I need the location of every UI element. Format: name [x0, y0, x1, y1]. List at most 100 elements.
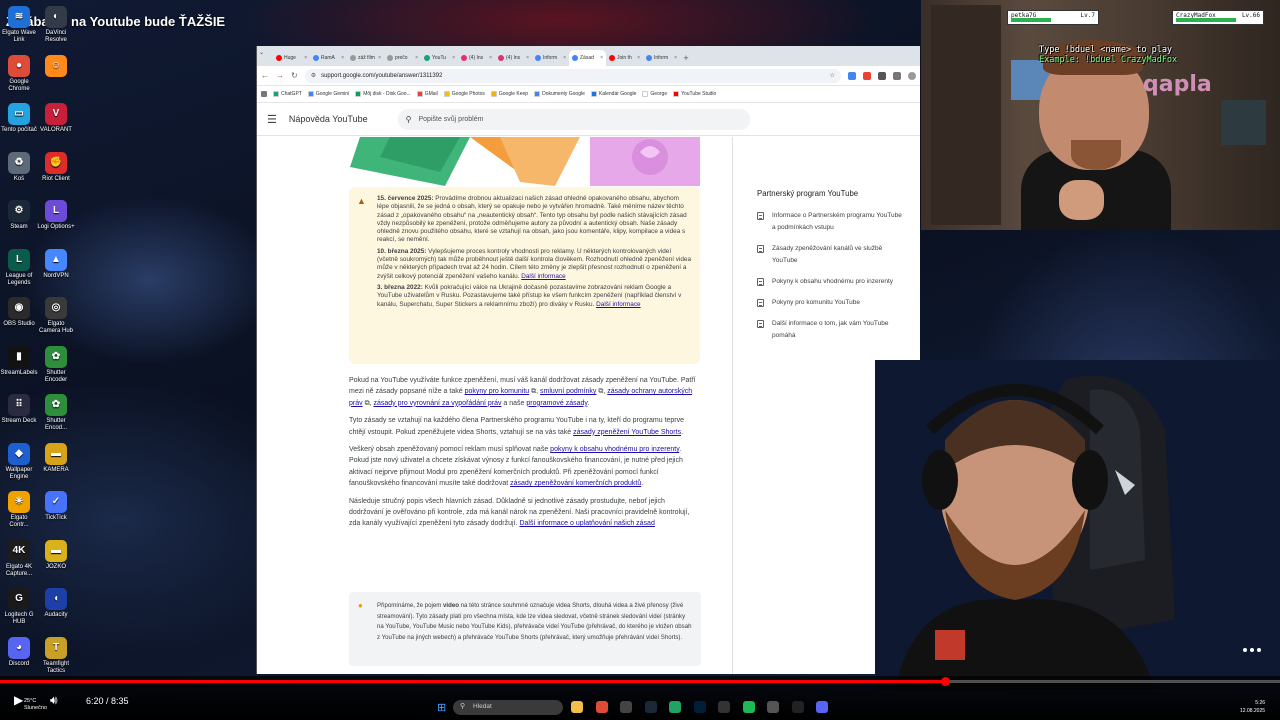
app-icon[interactable] — [767, 701, 779, 713]
learn-more-link[interactable]: Další informace — [596, 301, 640, 308]
desktop-icon[interactable]: ▮ StreamLabels — [0, 345, 38, 377]
browser-tab[interactable]: RamA × — [310, 50, 347, 66]
close-tab-icon[interactable]: × — [415, 55, 418, 61]
enforcement-info-link[interactable]: Další informace o uplatňování našich zás… — [519, 520, 654, 527]
rights-settlement-link[interactable]: zásady pro vyrovnání za vypořádání práv — [373, 400, 501, 407]
bookmark-item[interactable]: YouTube Studio — [673, 91, 716, 97]
advertiser-guidelines-link[interactable]: pokyny k obsahu vhodnému pro inzerenty — [550, 446, 679, 453]
files-icon[interactable] — [571, 701, 583, 713]
browser-tab[interactable]: YouTu × — [421, 50, 458, 66]
menu-icon[interactable]: ☰ — [267, 113, 277, 126]
taskbar-clock[interactable]: 5:26 12.08.2025 — [1240, 699, 1265, 715]
close-tab-icon[interactable]: × — [637, 55, 640, 61]
desktop-icon[interactable]: ▬ KAMERA — [37, 442, 75, 474]
weather-widget[interactable]: 25°C Slunečno — [24, 698, 47, 712]
desktop-icon[interactable]: ☀ Elgato Contr... — [0, 491, 38, 529]
desktop-icon[interactable]: T Teamfight Tactics — [37, 636, 75, 675]
desktop-icon[interactable]: ✿ Shutter Encod... — [37, 394, 75, 432]
sidebar-link[interactable]: Pokyny pro komunitu YouTube — [757, 297, 907, 309]
desktop-icon[interactable]: ◆ Wallpaper Engine — [0, 442, 38, 481]
bookmark-item[interactable]: Google Photos — [443, 91, 485, 97]
close-tab-icon[interactable]: × — [304, 55, 307, 61]
apps-icon[interactable] — [261, 91, 267, 97]
extension-icon[interactable] — [863, 71, 871, 80]
desktop-icon[interactable]: G Logitech G HUB — [0, 588, 38, 626]
close-tab-icon[interactable]: × — [600, 55, 603, 61]
browser-tab[interactable]: Zásad × — [569, 50, 606, 66]
tab-search-icon[interactable]: ⌄ — [259, 49, 264, 56]
desktop-icon[interactable]: ☺ — [37, 54, 75, 79]
desktop-icon[interactable]: ▲ NordVPN — [37, 248, 75, 280]
bookmark-item[interactable]: Kalendár Google — [590, 91, 636, 97]
desktop-icon[interactable]: ◖ Audacity — [37, 588, 75, 619]
app2-icon[interactable] — [791, 701, 804, 713]
extension-icon[interactable] — [848, 71, 856, 80]
bookmark-item[interactable]: George — [642, 91, 667, 97]
learn-more-link[interactable]: Další informace — [521, 273, 565, 280]
close-tab-icon[interactable]: × — [378, 55, 381, 61]
desktop-icon[interactable]: ✿ Shutter Encoder — [37, 345, 75, 384]
sidebar-link[interactable]: Zásady zpeněžování kanálů ve službě YouT… — [757, 243, 907, 267]
volume-icon[interactable]: 🔊︎ — [50, 693, 58, 708]
discord-icon[interactable] — [816, 701, 828, 713]
windows-start-icon[interactable]: ⊞ — [437, 701, 446, 714]
steam-icon[interactable] — [644, 701, 657, 713]
browser-tab[interactable]: (4) Ins × — [495, 50, 532, 66]
commerce-policy-link[interactable]: zásady zpeněžování komerčních produktů — [510, 480, 641, 487]
desktop-icon[interactable]: ◉ OBS Studio — [0, 297, 38, 328]
taskbar-search[interactable]: ⚲ Hledat — [453, 700, 563, 715]
desktop-icon[interactable]: ⚙ Steam — [0, 200, 38, 231]
desktop-icon[interactable]: ✊ Riot Client — [37, 151, 75, 183]
close-tab-icon[interactable]: × — [452, 55, 455, 61]
back-icon[interactable]: ← — [261, 71, 269, 80]
photoshop-icon[interactable] — [693, 701, 706, 713]
close-tab-icon[interactable]: × — [489, 55, 492, 61]
bookmark-item[interactable]: ChatGPT — [273, 91, 302, 97]
seek-bar[interactable] — [0, 677, 1280, 686]
browser-tab[interactable]: (4) Ins × — [458, 50, 495, 66]
desktop-icon[interactable]: ▬ JOZKO — [37, 539, 75, 571]
desktop-icon[interactable]: L League of Legends — [0, 248, 38, 287]
profile-avatar-icon[interactable] — [908, 71, 916, 80]
desktop-icon[interactable]: ≋ Elgato Wave Link — [0, 6, 38, 44]
media-icon[interactable] — [718, 701, 730, 713]
browser-tab[interactable]: Inform × — [643, 50, 680, 66]
bookmark-item[interactable]: Dokumenty Google — [534, 91, 585, 97]
bookmark-item[interactable]: Google Gemini — [307, 91, 349, 97]
desktop-icon[interactable]: ◎ Elgato Camera Hub — [37, 297, 75, 335]
community-guidelines-link[interactable]: pokyny pro komunitu — [465, 388, 530, 395]
extension-icon[interactable] — [878, 71, 886, 80]
sidebar-link[interactable]: Informace o Partnerském programu YouTube… — [757, 210, 907, 234]
seek-handle[interactable] — [940, 677, 950, 686]
obs-icon[interactable] — [620, 701, 632, 713]
forward-icon[interactable]: → — [276, 71, 284, 80]
shorts-policy-link[interactable]: zásady zpeněžení YouTube Shorts — [573, 429, 681, 436]
close-tab-icon[interactable]: × — [563, 55, 566, 61]
play-icon[interactable]: ▶ — [14, 693, 23, 707]
browser-tab[interactable]: Inform × — [532, 50, 569, 66]
extensions-puzzle-icon[interactable] — [893, 71, 901, 80]
browser-tab[interactable]: Huge × — [273, 50, 310, 66]
close-tab-icon[interactable]: × — [341, 55, 344, 61]
browser-tab[interactable]: prečo × — [384, 50, 421, 66]
desktop-icon[interactable]: 4K Elgato 4K Capture... — [0, 539, 38, 578]
close-tab-icon[interactable]: × — [674, 55, 677, 61]
desktop-icon[interactable]: ▭ Tento počítač — [0, 103, 38, 134]
desktop-icon[interactable]: V VALORANT — [37, 103, 75, 134]
edit-icon[interactable] — [669, 701, 681, 713]
site-info-icon[interactable]: ⚙ — [311, 72, 316, 79]
new-tab-button[interactable]: + — [680, 50, 692, 66]
help-center-title[interactable]: Nápověda YouTube — [289, 114, 368, 124]
bookmark-item[interactable]: Google Keep — [490, 91, 528, 97]
desktop-icon[interactable]: L Logi Options+ — [37, 200, 75, 231]
desktop-icon[interactable]: ♻ Koš — [0, 151, 38, 183]
bookmark-item[interactable]: Môj disk - Disk Goo... — [355, 91, 411, 97]
reload-icon[interactable]: ↻ — [291, 71, 298, 80]
desktop-icon[interactable]: ◐ DaVinci Resolve — [37, 6, 75, 44]
sidebar-link[interactable]: Pokyny k obsahu vhodnému pro inzerenty — [757, 276, 907, 288]
desktop-icon[interactable]: ◕ Discord — [0, 636, 38, 668]
bookmark-star-icon[interactable]: ☆ — [830, 72, 835, 79]
desktop-icon[interactable]: ✓ TickTick — [37, 491, 75, 522]
spotify-icon[interactable] — [742, 701, 755, 713]
bookmark-item[interactable]: GMail — [416, 91, 438, 97]
